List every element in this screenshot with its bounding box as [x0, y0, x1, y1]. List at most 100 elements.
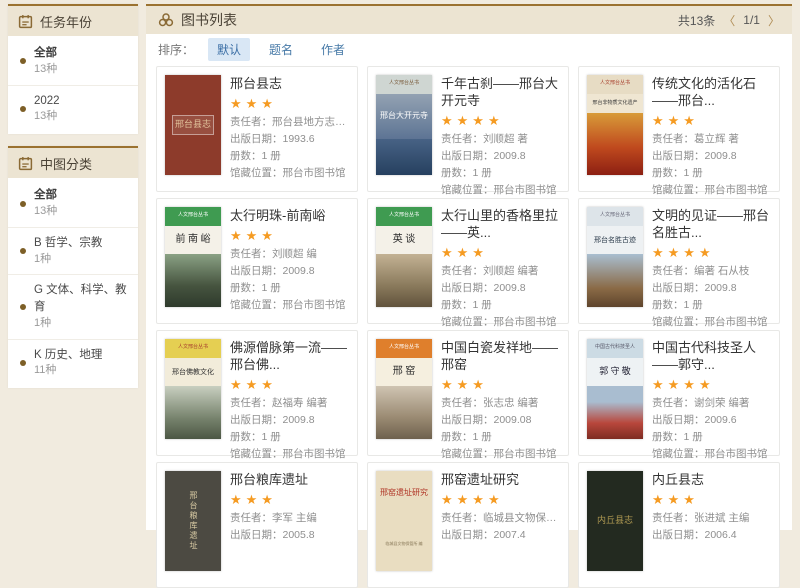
book-card[interactable]: 人文邢台丛书邢 窑 中国白瓷发祥地——邢窑 ★★★ 责任者：张志忠 编著出版日期… — [367, 330, 569, 456]
book-meta-line: 册数：1 册 — [652, 165, 771, 182]
sort-option[interactable]: 默认 — [208, 38, 250, 61]
cover-segment: 人文邢台丛书 — [587, 75, 643, 94]
book-meta: 责任者：谢剑荣 编著出版日期：2009.6册数：1 册馆藏位置：邢台市图书馆 — [652, 395, 771, 463]
book-title[interactable]: 邢窑遗址研究 — [441, 472, 560, 489]
sidebar-filter-panel: 任务年份 全部 13种 2022 13种 — [8, 4, 138, 134]
cover-segment: 邢台名胜古迹 — [587, 226, 643, 254]
book-meta-line: 册数：1 册 — [230, 429, 349, 446]
cover-segment: 邢台非物质文化遗产 — [587, 94, 643, 113]
sidebar-filter-item[interactable]: 2022 13种 — [8, 85, 138, 133]
book-card[interactable]: 人文邢台丛书邢台名胜古迹 文明的见证——邢台名胜古... ★★★★ 责任者：编著… — [578, 198, 780, 324]
filter-count: 1种 — [34, 252, 102, 268]
cover-segment: 邢窑遗址研究 — [376, 471, 432, 516]
book-meta-line: 馆藏位置：邢台市图书馆 — [441, 314, 560, 331]
sort-options: 默认题名作者 — [208, 38, 354, 61]
calendar-icon — [18, 156, 33, 171]
book-title[interactable]: 内丘县志 — [652, 472, 771, 489]
book-card[interactable]: 中国古代科技圣人郭 守 敬 中国古代科技圣人——郭守... ★★★★ 责任者：谢… — [578, 330, 780, 456]
bullet-dot-icon — [20, 360, 26, 366]
sort-option[interactable]: 作者 — [312, 38, 354, 61]
rating-stars: ★★★ — [441, 377, 560, 393]
sidebar-filter-item[interactable]: 全部 13种 — [8, 180, 138, 227]
next-page-button[interactable]: 〉 — [768, 12, 780, 29]
book-meta-line: 馆藏位置：邢台市图书馆 — [441, 446, 560, 463]
book-title[interactable]: 千年古刹——邢台大开元寺 — [441, 76, 560, 110]
filter-label: B 哲学、宗教 — [34, 235, 102, 252]
cover-segment — [376, 139, 432, 175]
book-title[interactable]: 传统文化的活化石——邢台... — [652, 76, 771, 110]
sort-option[interactable]: 题名 — [260, 38, 302, 61]
book-title[interactable]: 邢台粮库遗址 — [230, 472, 349, 489]
book-meta-line: 出版日期：2009.8 — [230, 412, 349, 429]
book-cover: 人文邢台丛书邢台佛教文化 — [165, 339, 221, 439]
page-indicator: 1/1 — [743, 13, 760, 27]
cover-segment: 英 谈 — [376, 226, 432, 254]
sidebar-section-list: 全部 13种 2022 13种 — [8, 36, 138, 134]
cover-segment: 人文邢台丛书 — [165, 207, 221, 226]
book-title[interactable]: 太行山里的香格里拉——英... — [441, 208, 560, 242]
book-title[interactable]: 中国白瓷发祥地——邢窑 — [441, 340, 560, 374]
book-cover: 邢台县志 — [165, 75, 221, 175]
cover-segment: 邢 窑 — [376, 358, 432, 386]
book-meta-line: 册数：1 册 — [652, 429, 771, 446]
book-meta: 责任者：赵福寿 编著出版日期：2009.8册数：1 册馆藏位置：邢台市图书馆 — [230, 395, 349, 463]
book-meta-line: 责任者：临城县文物保管所 ... — [441, 510, 560, 527]
book-card[interactable]: 内丘县志 内丘县志 ★★★ 责任者：张进斌 主编出版日期：2006.4 — [578, 462, 780, 588]
book-title[interactable]: 佛源僧脉第一流——邢台佛... — [230, 340, 349, 374]
sidebar-filter-item[interactable]: G 文体、科学、教育 1种 — [8, 274, 138, 338]
list-header-bar: 图书列表 共13条 〈 1/1 〉 — [146, 4, 792, 34]
sidebar-filter-item[interactable]: 全部 13种 — [8, 38, 138, 85]
book-card[interactable]: 人文邢台丛书英 谈 太行山里的香格里拉——英... ★★★ 责任者：刘顺超 编著… — [367, 198, 569, 324]
sidebar-filter-item[interactable]: B 哲学、宗教 1种 — [8, 227, 138, 275]
rating-stars: ★★★ — [652, 492, 771, 508]
book-title[interactable]: 中国古代科技圣人——郭守... — [652, 340, 771, 374]
books-icon — [158, 12, 174, 28]
book-cover: 人文邢台丛书邢台非物质文化遗产 — [587, 75, 643, 175]
book-title[interactable]: 邢台县志 — [230, 76, 349, 93]
sidebar-section-header: 任务年份 — [8, 6, 138, 36]
book-meta: 责任者：临城县文物保管所 ...出版日期：2007.4 — [441, 510, 560, 544]
book-meta-line: 馆藏位置：邢台市图书馆 — [230, 165, 349, 182]
book-meta-line: 责任者：张志忠 编著 — [441, 395, 560, 412]
cover-segment — [587, 386, 643, 439]
sidebar-filter-item[interactable]: K 历史、地理 11种 — [8, 339, 138, 387]
rating-stars: ★★★★ — [441, 492, 560, 508]
main-content: 图书列表 共13条 〈 1/1 〉 排序： 默认题名作者 邢台县志 邢台县志 ★… — [146, 4, 792, 526]
rating-stars: ★★★★ — [652, 377, 771, 393]
book-meta-line: 出版日期：2009.8 — [441, 280, 560, 297]
book-card[interactable]: 邢台粮库遗址 邢台粮库遗址 ★★★ 责任者：李军 主编出版日期：2005.8 — [156, 462, 358, 588]
book-meta: 责任者：葛立辉 著出版日期：2009.8册数：1 册馆藏位置：邢台市图书馆 — [652, 131, 771, 199]
rating-stars: ★★★ — [230, 377, 349, 393]
book-cover: 人文邢台丛书邢 窑 — [376, 339, 432, 439]
book-card[interactable]: 人文邢台丛书前 南 峪 太行明珠-前南峪 ★★★ 责任者：刘顺超 编出版日期：2… — [156, 198, 358, 324]
book-title[interactable]: 文明的见证——邢台名胜古... — [652, 208, 771, 242]
filter-count: 11种 — [34, 363, 102, 379]
rating-stars: ★★★★ — [441, 113, 560, 129]
filter-count: 1种 — [34, 316, 132, 332]
cover-segment: 邢台县志 — [165, 75, 221, 175]
book-card[interactable]: 邢台县志 邢台县志 ★★★ 责任者：邢台县地方志编纂委...出版日期：1993.… — [156, 66, 358, 192]
prev-page-button[interactable]: 〈 — [723, 12, 735, 29]
rating-stars: ★★★ — [230, 228, 349, 244]
cover-segment: 邢台粮库遗址 — [165, 471, 221, 571]
sort-label: 排序： — [158, 41, 194, 58]
cover-segment: 人文邢台丛书 — [376, 207, 432, 226]
cover-segment: 人文邢台丛书 — [587, 207, 643, 226]
sidebar-section-title: 任务年份 — [40, 12, 92, 31]
filter-count: 13种 — [34, 204, 57, 220]
book-card[interactable]: 人文邢台丛书邢台佛教文化 佛源僧脉第一流——邢台佛... ★★★ 责任者：赵福寿… — [156, 330, 358, 456]
book-card[interactable]: 人文邢台丛书邢台非物质文化遗产 传统文化的活化石——邢台... ★★★ 责任者：… — [578, 66, 780, 192]
book-card[interactable]: 邢窑遗址研究临城县文物保管所 编 邢窑遗址研究 ★★★★ 责任者：临城县文物保管… — [367, 462, 569, 588]
book-meta-line: 出版日期：1993.6 — [230, 131, 349, 148]
book-title[interactable]: 太行明珠-前南峪 — [230, 208, 349, 225]
book-meta: 责任者：刘顺超 编出版日期：2009.8册数：1 册馆藏位置：邢台市图书馆 — [230, 246, 349, 314]
book-meta-line: 册数：1 册 — [441, 165, 560, 182]
sidebar-section-list: 全部 13种 B 哲学、宗教 1种 G 文体、科学、教育 1种 K 历史、地理 … — [8, 178, 138, 388]
book-meta: 责任者：张志忠 编著出版日期：2009.08册数：1 册馆藏位置：邢台市图书馆 — [441, 395, 560, 463]
book-card[interactable]: 人文邢台丛书邢台大开元寺 千年古刹——邢台大开元寺 ★★★★ 责任者：刘顺超 著… — [367, 66, 569, 192]
book-meta-line: 出版日期：2009.6 — [652, 412, 771, 429]
book-meta-line: 出版日期：2009.8 — [230, 263, 349, 280]
book-cover: 人文邢台丛书邢台大开元寺 — [376, 75, 432, 175]
cover-segment — [165, 254, 221, 307]
filter-count: 13种 — [34, 62, 57, 78]
